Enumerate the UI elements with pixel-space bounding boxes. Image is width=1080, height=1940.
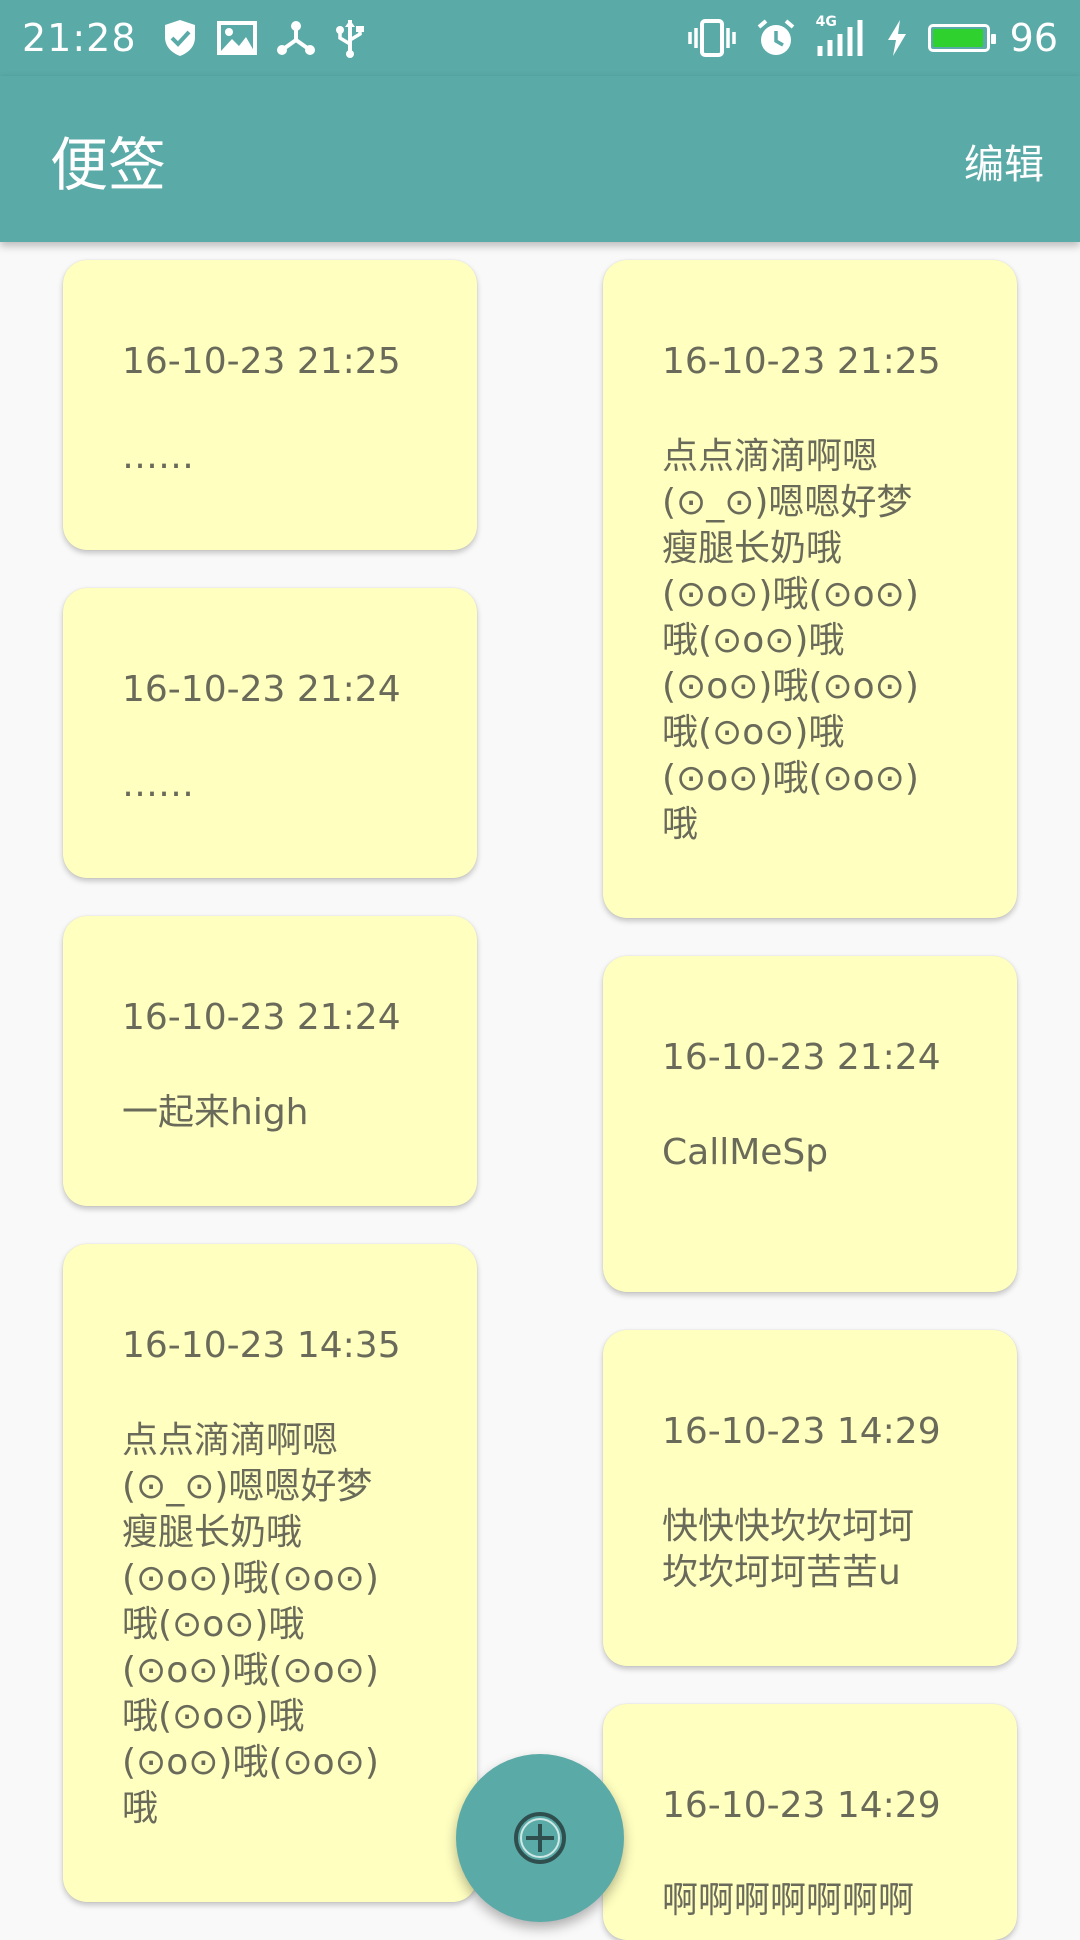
share-node-icon xyxy=(276,20,315,56)
signal-icon: 4G xyxy=(816,14,866,58)
alarm-icon xyxy=(756,18,796,58)
shield-check-icon xyxy=(163,19,197,57)
note-text: 点点滴滴啊嗯 (⊙_⊙)嗯嗯好梦 瘦腿长奶哦 (⊙o⊙)哦(⊙o⊙) 哦(⊙o⊙… xyxy=(662,436,919,845)
add-note-button[interactable] xyxy=(456,1754,624,1922)
battery-icon xyxy=(927,24,996,52)
battery-percent: 96 xyxy=(1009,16,1058,60)
network-type: 4G xyxy=(815,14,837,30)
note-date: 16-10-23 21:25 xyxy=(662,341,941,382)
note-card[interactable]: 16-10-23 21:25 …… xyxy=(63,260,477,550)
status-bar-right: 4G 96 xyxy=(687,14,1058,60)
note-card[interactable]: 16-10-23 14:29 快快快坎坎坷坷 坎坎坷坷苦苦u xyxy=(603,1330,1017,1666)
note-text: 点点滴滴啊嗯 (⊙_⊙)嗯嗯好梦 瘦腿长奶哦 (⊙o⊙)哦(⊙o⊙) 哦(⊙o⊙… xyxy=(122,1420,379,1829)
page-title: 便签 xyxy=(50,131,167,199)
note-date: 16-10-23 21:24 xyxy=(662,1037,941,1078)
note-card[interactable]: 16-10-23 21:24 一起来high xyxy=(63,916,477,1206)
note-text: 快快快坎坎坷坷 坎坎坷坷苦苦u xyxy=(662,1506,915,1593)
note-card[interactable]: 16-10-23 21:24 …… xyxy=(63,588,477,878)
usb-icon xyxy=(335,18,365,58)
note-date: 16-10-23 21:24 xyxy=(122,997,401,1038)
battery-fill xyxy=(932,29,983,47)
status-bar: 21:28 4G 96 xyxy=(0,0,1080,76)
status-bar-left: 21:28 xyxy=(22,16,365,60)
note-date: 16-10-23 14:29 xyxy=(662,1785,941,1826)
app-bar: 便签 编辑 xyxy=(0,76,1080,242)
note-text: 一起来high xyxy=(122,1092,309,1133)
note-date: 16-10-23 14:29 xyxy=(662,1411,941,1452)
vibrate-icon xyxy=(687,18,736,58)
note-date: 16-10-23 21:24 xyxy=(122,669,401,710)
charging-icon xyxy=(886,19,908,57)
image-icon xyxy=(216,21,257,55)
note-text: …… xyxy=(122,436,194,477)
note-card[interactable]: 16-10-23 21:25 点点滴滴啊嗯 (⊙_⊙)嗯嗯好梦 瘦腿长奶哦 (⊙… xyxy=(603,260,1017,918)
note-card[interactable]: 16-10-23 14:35 点点滴滴啊嗯 (⊙_⊙)嗯嗯好梦 瘦腿长奶哦 (⊙… xyxy=(63,1244,477,1902)
edit-button[interactable]: 编辑 xyxy=(964,132,1044,190)
add-circle-icon xyxy=(512,1810,568,1866)
note-card[interactable]: 16-10-23 14:29 啊啊啊啊啊啊啊 xyxy=(603,1704,1017,1940)
note-date: 16-10-23 14:35 xyxy=(122,1325,401,1366)
note-text: CallMeSp xyxy=(662,1132,829,1173)
note-card[interactable]: 16-10-23 21:24 CallMeSp xyxy=(603,956,1017,1292)
note-text: …… xyxy=(122,764,194,805)
status-time: 21:28 xyxy=(22,16,137,60)
note-text: 啊啊啊啊啊啊啊 xyxy=(662,1880,915,1921)
note-date: 16-10-23 21:25 xyxy=(122,341,401,382)
